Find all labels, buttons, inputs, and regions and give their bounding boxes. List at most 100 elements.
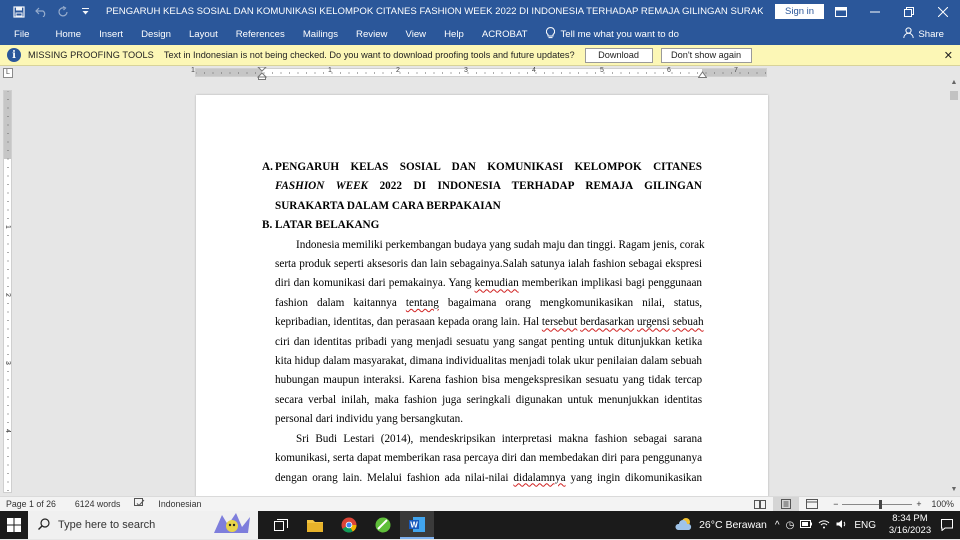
- paragraph-line: ciri dan identitas pribadi yang menjadi …: [275, 335, 703, 348]
- ruler-label: 1: [328, 67, 332, 74]
- zoom-slider-thumb[interactable]: [879, 499, 883, 509]
- show-hidden-icons[interactable]: ^: [775, 520, 780, 531]
- clock-date: 3/16/2023: [888, 525, 932, 536]
- zoom-in-button[interactable]: +: [916, 499, 921, 509]
- tab-insert[interactable]: Insert: [99, 23, 123, 45]
- heading-a-line: SURAKARTA DALAM CARA BERPAKAIAN: [275, 199, 501, 212]
- heading-b-number: B.: [262, 219, 273, 232]
- redo-icon[interactable]: [52, 0, 74, 23]
- tab-design[interactable]: Design: [141, 23, 171, 45]
- chrome-icon[interactable]: [332, 511, 366, 539]
- tab-home[interactable]: Home: [55, 23, 81, 45]
- document-title: PENGARUH KELAS SOSIAL DAN KOMUNIKASI KEL…: [106, 6, 764, 17]
- ruler-row: L 1 1 2 3 4 5 6 7: [0, 66, 960, 80]
- tell-me-box[interactable]: Tell me what you want to do: [545, 23, 679, 45]
- save-icon[interactable]: [8, 0, 30, 23]
- search-placeholder: Type here to search: [58, 519, 156, 531]
- mascot-icon[interactable]: [208, 511, 256, 540]
- paragraph-line: kita hidup dalam masyarakat, dimana indi…: [275, 355, 703, 368]
- close-window-icon[interactable]: [926, 0, 960, 23]
- cloud-icon: [675, 517, 693, 534]
- ruler-label: 1: [191, 67, 195, 74]
- proofing-icon[interactable]: [134, 498, 145, 510]
- horizontal-ruler-ticks: [196, 72, 766, 74]
- paragraph-line: komunikasi, serta dapat memberikan rasa …: [275, 452, 703, 465]
- input-language[interactable]: ENG: [854, 520, 876, 531]
- tab-mailings[interactable]: Mailings: [303, 23, 338, 45]
- horizontal-ruler[interactable]: 1 1 2 3 4 5 6 7: [191, 67, 767, 80]
- undo-icon[interactable]: [30, 0, 52, 23]
- heading-a: A. PENGARUH KELAS SOSIAL DAN KOMUNIKASI …: [262, 158, 702, 216]
- vertical-scrollbar[interactable]: ▲ ▼: [948, 79, 960, 496]
- page-count[interactable]: Page 1 of 26: [6, 499, 56, 509]
- share-button[interactable]: Share: [903, 27, 944, 41]
- sign-in-button[interactable]: Sign in: [775, 4, 824, 19]
- tab-references[interactable]: References: [236, 23, 285, 45]
- restore-icon[interactable]: [892, 0, 926, 23]
- task-view-icon[interactable]: [264, 511, 298, 539]
- print-layout-icon[interactable]: [773, 496, 800, 512]
- message-bar: i MISSING PROOFING TOOLS Text in Indones…: [0, 45, 960, 66]
- web-layout-icon[interactable]: [799, 497, 825, 512]
- scroll-up-icon[interactable]: ▲: [948, 79, 960, 89]
- message-title: MISSING PROOFING TOOLS: [28, 50, 154, 60]
- taskbar-search-box[interactable]: Type here to search: [28, 511, 258, 539]
- ribbon-display-options-icon[interactable]: [824, 0, 858, 23]
- customize-icon[interactable]: [74, 0, 96, 23]
- heading-a-line: FASHION WEEK 2022 DI INDONESIA TERHADAP …: [275, 180, 702, 193]
- download-button[interactable]: Download: [584, 47, 653, 63]
- heading-b-text: LATAR BELAKANG: [275, 219, 380, 232]
- indent-marker-icon[interactable]: [257, 67, 267, 80]
- meet-now-icon[interactable]: ◷: [786, 520, 795, 531]
- ruler-label: 7: [734, 67, 738, 74]
- paragraph-1: Indonesia memiliki perkembangan budaya y…: [262, 236, 705, 430]
- title-bar: PENGARUH KELAS SOSIAL DAN KOMUNIKASI KEL…: [0, 0, 960, 23]
- word-icon[interactable]: W: [400, 511, 434, 539]
- language-indicator[interactable]: Indonesian: [158, 499, 201, 509]
- ruler-label: 6: [667, 67, 671, 74]
- notification-icon[interactable]: [934, 519, 960, 531]
- dont-show-again-button[interactable]: Don't show again: [660, 47, 752, 63]
- tab-file[interactable]: File: [14, 23, 29, 45]
- heading-b: B. LATAR BELAKANG: [262, 216, 702, 235]
- tab-view[interactable]: View: [405, 23, 426, 45]
- paragraph-line: Indonesia memiliki perkembangan budaya y…: [296, 238, 705, 251]
- weather-widget[interactable]: 26°C Berawan: [675, 517, 767, 534]
- heading-a-italic: FASHION WEEK: [275, 180, 369, 193]
- zoom-level[interactable]: 100%: [932, 499, 955, 509]
- tab-help[interactable]: Help: [444, 23, 464, 45]
- right-indent-marker-icon[interactable]: [698, 70, 707, 78]
- info-icon: i: [7, 48, 21, 62]
- paragraph-line: personal dari individu yang bersangkutan…: [275, 413, 463, 426]
- close-message-icon[interactable]: ✕: [944, 49, 953, 62]
- ruler-label: 3: [464, 67, 468, 74]
- system-clock[interactable]: 8:34 PM 3/16/2023: [886, 513, 934, 537]
- lightbulb-icon: [545, 26, 555, 42]
- paragraph-line: serta produk seperti aksesoris dan lain …: [275, 258, 703, 271]
- scroll-down-icon[interactable]: ▼: [948, 486, 960, 496]
- file-explorer-icon[interactable]: [298, 511, 332, 539]
- zoom-slider[interactable]: [842, 499, 913, 509]
- tab-layout[interactable]: Layout: [189, 23, 218, 45]
- battery-icon[interactable]: [800, 519, 813, 531]
- paragraph-line: secara verbal inilah, maka fashion juga …: [275, 393, 703, 406]
- weather-text: 26°C Berawan: [699, 519, 767, 531]
- zoom-out-button[interactable]: −: [833, 499, 838, 509]
- document-page[interactable]: A. PENGARUH KELAS SOSIAL DAN KOMUNIKASI …: [196, 95, 768, 497]
- tab-acrobat[interactable]: ACROBAT: [482, 23, 528, 45]
- ruler-label: 2: [396, 67, 400, 74]
- tab-selector[interactable]: L: [3, 68, 13, 78]
- word-count[interactable]: 6124 words: [75, 499, 120, 509]
- windows-start-icon[interactable]: [0, 511, 28, 539]
- tab-review[interactable]: Review: [356, 23, 387, 45]
- app-icon[interactable]: [366, 511, 400, 539]
- paragraph-line: diri dan komunikasi dari pemakainya. Yan…: [275, 277, 703, 290]
- read-mode-icon[interactable]: [747, 497, 773, 512]
- wifi-icon[interactable]: [818, 519, 830, 532]
- scroll-thumb[interactable]: [950, 91, 958, 100]
- minimize-icon[interactable]: [858, 0, 892, 23]
- vertical-ruler[interactable]: 1 2 3 4: [3, 90, 12, 493]
- document-body[interactable]: A. PENGARUH KELAS SOSIAL DAN KOMUNIKASI …: [262, 158, 705, 488]
- ruler-label: 5: [600, 67, 604, 74]
- volume-icon[interactable]: [836, 519, 848, 532]
